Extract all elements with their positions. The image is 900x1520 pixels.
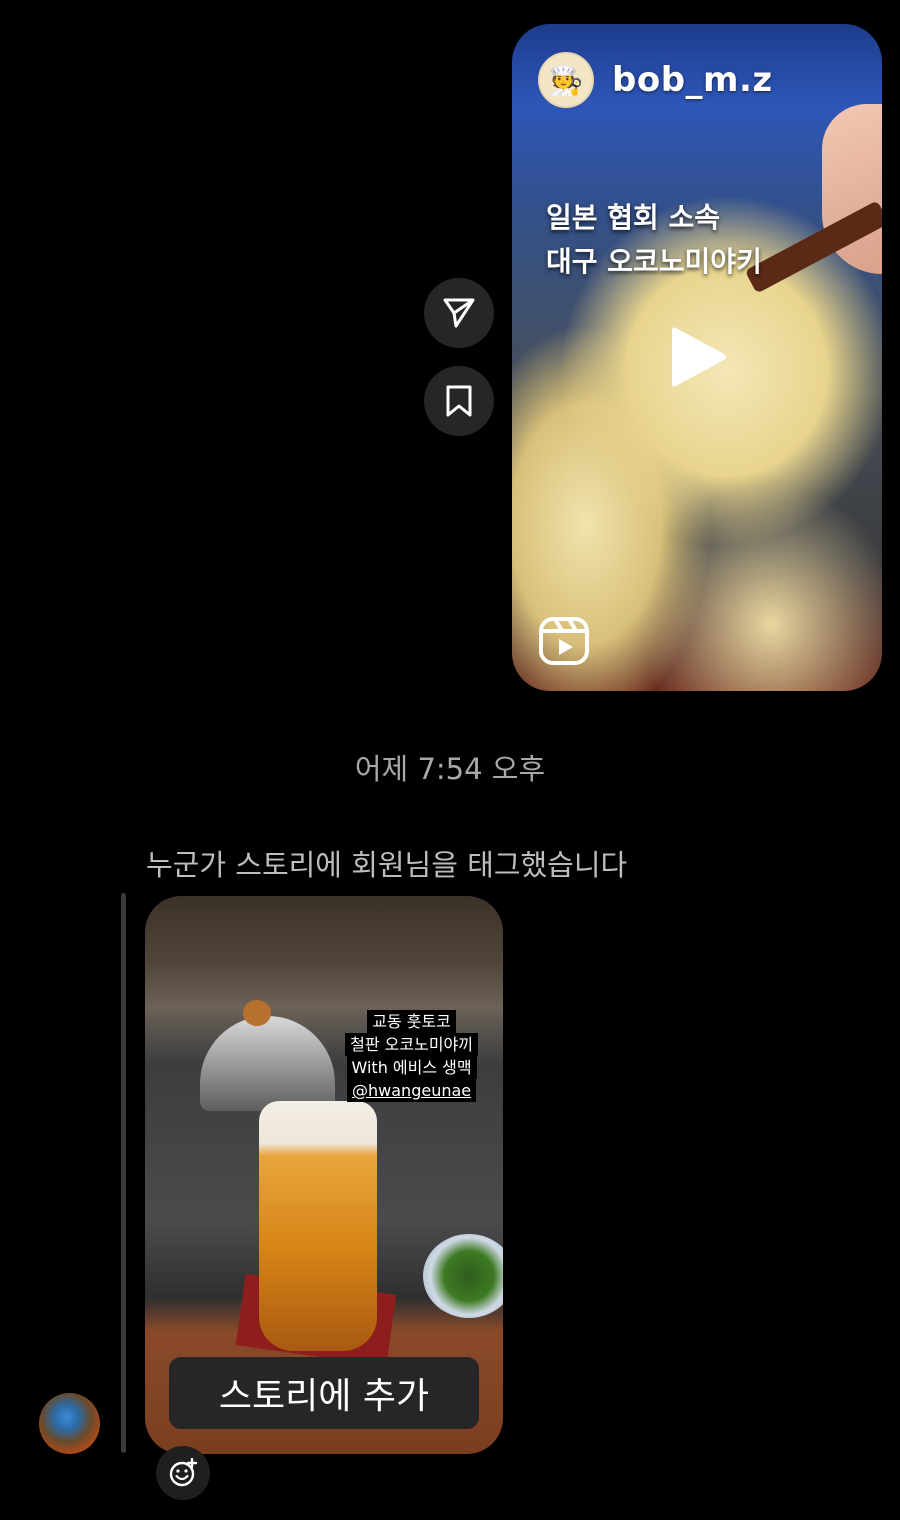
story-mention-notice: 누군가 스토리에 회원님을 태그했습니다 bbox=[146, 848, 628, 882]
shared-reel-card[interactable]: 🧑‍🍳 bob_m.z 일본 협회 소속 대구 오코노미야키 bbox=[512, 24, 882, 691]
reel-author-username[interactable]: bob_m.z bbox=[612, 60, 773, 100]
sender-avatar[interactable] bbox=[39, 1393, 100, 1454]
message-timestamp: 어제 7:54 오후 bbox=[354, 752, 546, 786]
story-image-bowl bbox=[423, 1234, 503, 1318]
add-reaction-icon bbox=[169, 1458, 198, 1487]
save-button[interactable] bbox=[424, 366, 494, 436]
reel-caption-line-2: 대구 오코노미야키 bbox=[546, 245, 762, 278]
reel-author-avatar[interactable]: 🧑‍🍳 bbox=[538, 52, 594, 108]
reel-header[interactable]: 🧑‍🍳 bob_m.z bbox=[538, 52, 773, 108]
story-tag-place: 교동 훗토코 bbox=[367, 1010, 456, 1033]
bookmark-icon bbox=[446, 385, 472, 417]
story-text-tags: 교동 훗토코 철판 오코노미야끼 With 에비스 생맥 @hwangeunae bbox=[345, 1010, 478, 1102]
add-to-story-button[interactable]: 스토리에 추가 bbox=[169, 1357, 479, 1429]
story-image-cloche bbox=[200, 1016, 335, 1111]
reel-caption-line-1: 일본 협회 소속 bbox=[546, 201, 721, 234]
send-icon bbox=[443, 298, 475, 328]
play-icon[interactable] bbox=[668, 322, 728, 392]
share-button[interactable] bbox=[424, 278, 494, 348]
reels-icon bbox=[539, 617, 589, 665]
story-mention-card[interactable]: 교동 훗토코 철판 오코노미야끼 With 에비스 생맥 @hwangeunae… bbox=[145, 896, 503, 1454]
add-reaction-button[interactable] bbox=[156, 1446, 210, 1500]
story-tag-drink: With 에비스 생맥 bbox=[346, 1056, 477, 1079]
story-image-beer-glass bbox=[259, 1101, 377, 1351]
reel-caption: 일본 협회 소속 대구 오코노미야키 bbox=[546, 196, 762, 284]
quote-bar bbox=[121, 893, 126, 1453]
story-tag-dish: 철판 오코노미야끼 bbox=[345, 1033, 478, 1056]
story-tag-mention[interactable]: @hwangeunae bbox=[347, 1079, 477, 1102]
story-image-cloche-knob bbox=[243, 1000, 271, 1026]
